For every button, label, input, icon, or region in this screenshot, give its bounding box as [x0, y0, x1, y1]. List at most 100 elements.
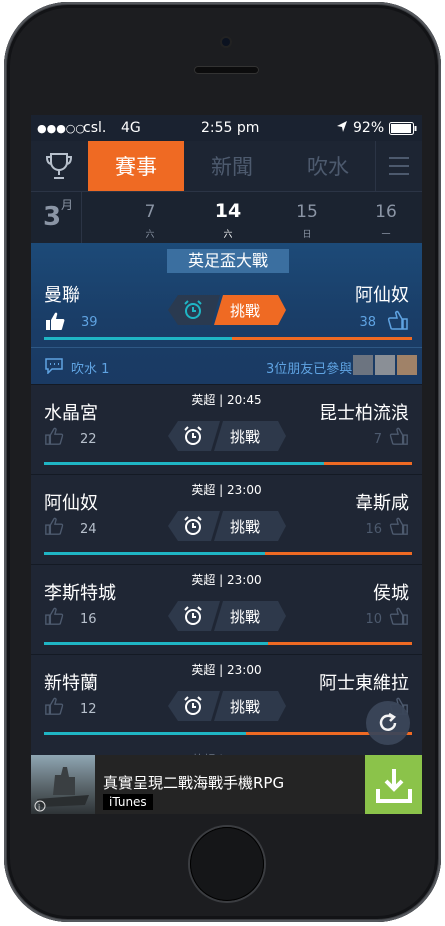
location-arrow-icon: [336, 120, 348, 138]
battery-icon: [389, 122, 417, 139]
home-team: 曼聯: [44, 285, 80, 306]
divider: [31, 347, 422, 348]
home-team: 新特蘭: [44, 673, 98, 694]
battery-percent: 92%: [353, 120, 385, 136]
alarm-clock-icon[interactable]: [183, 300, 203, 324]
challenge-button[interactable]: 挑戰: [230, 516, 260, 537]
away-team: 阿仙奴: [355, 285, 409, 306]
alarm-clock-icon[interactable]: [183, 606, 203, 630]
support-bar: [44, 732, 412, 735]
alarm-clock-icon[interactable]: [183, 516, 203, 540]
home-button[interactable]: [190, 827, 264, 901]
date-item-selected[interactable]: 14 六: [198, 192, 258, 244]
thumbs-up-icon[interactable]: [44, 516, 64, 540]
support-bar-away: [268, 642, 412, 645]
featured-actions: 挑戰: [168, 295, 286, 325]
tab-matches[interactable]: 賽事: [88, 141, 184, 191]
trophy-icon[interactable]: [31, 141, 87, 191]
speech-bubble-icon: [45, 358, 63, 378]
support-bar: [44, 462, 412, 465]
support-bar-home: [44, 552, 265, 555]
earpiece-speaker: [194, 66, 259, 74]
home-team: 李斯特城: [44, 583, 116, 604]
away-team: 阿士東維拉: [319, 673, 409, 694]
away-likes: 10: [365, 612, 382, 627]
app-screen: ●●●○○ csl. 4G 2:55 pm 92% 賽事 新聞 吹水 3 月 7…: [31, 115, 422, 814]
tab-chat[interactable]: 吹水: [280, 141, 376, 191]
thumbs-up-icon[interactable]: [389, 426, 409, 450]
home-team: 水晶宮: [44, 403, 98, 424]
chat-row[interactable]: 吹水 1 3位朋友已參與: [31, 349, 422, 383]
match-actions: 挑戰: [168, 511, 286, 541]
signal-dots: ●●●○○: [37, 122, 85, 135]
home-likes: 24: [80, 522, 97, 537]
support-bar-away: [323, 462, 412, 465]
phone-frame: ●●●○○ csl. 4G 2:55 pm 92% 賽事 新聞 吹水 3 月 7…: [4, 2, 441, 922]
alarm-clock-icon[interactable]: [183, 696, 203, 720]
thumbs-up-icon[interactable]: [389, 606, 409, 630]
thumbs-up-icon[interactable]: [44, 426, 64, 450]
month-label[interactable]: 3 月: [31, 192, 82, 244]
match-row[interactable]: 英超 | 23:00 新特蘭 阿士東維拉 12 挑戰: [31, 654, 422, 745]
home-likes: 12: [80, 702, 97, 717]
thumbs-up-icon[interactable]: [44, 310, 66, 336]
date-item[interactable]: 16 一: [356, 192, 416, 244]
match-actions: 挑戰: [168, 601, 286, 631]
support-bar-home: [44, 732, 247, 735]
match-row[interactable]: 英超 | 23:00 李斯特城 侯城 16 10 挑戰: [31, 564, 422, 655]
friends-joined: 3位朋友已參與: [266, 362, 353, 377]
support-bar: [44, 337, 412, 340]
alarm-clock-icon[interactable]: [183, 426, 203, 450]
featured-banner: 英足盃大戰: [167, 249, 289, 273]
home-likes: 39: [81, 315, 98, 330]
network-label: 4G: [121, 120, 141, 136]
challenge-button[interactable]: 挑戰: [230, 426, 260, 447]
ad-store-badge: iTunes: [103, 794, 153, 810]
thumbs-up-icon[interactable]: [44, 606, 64, 630]
download-icon[interactable]: [365, 755, 422, 814]
front-camera: [222, 38, 230, 46]
friend-avatar: [397, 355, 417, 375]
refresh-icon[interactable]: [366, 701, 410, 745]
ad-image: i: [31, 755, 95, 814]
featured-match[interactable]: 英足盃大戰 曼聯 阿仙奴 39 38 挑戰 吹水 1 3位朋友已參與: [31, 243, 422, 384]
support-bar-home: [44, 642, 269, 645]
date-item[interactable]: 7 六: [120, 192, 180, 244]
home-team: 阿仙奴: [44, 493, 98, 514]
home-likes: 22: [80, 432, 97, 447]
away-team: 昆士柏流浪: [319, 403, 409, 424]
svg-text:i: i: [38, 803, 40, 812]
thumbs-up-icon[interactable]: [44, 696, 64, 720]
date-selector: 3 月 7 六 14 六 15 日 16 一: [31, 191, 422, 244]
carrier-label: csl.: [83, 120, 107, 136]
friend-avatar: [375, 355, 395, 375]
top-nav: 賽事 新聞 吹水: [31, 141, 422, 191]
support-bar-home: [44, 462, 324, 465]
away-likes: 7: [373, 432, 382, 447]
support-bar-away: [264, 552, 412, 555]
support-bar: [44, 552, 412, 555]
match-row[interactable]: 英超 | 20:45 水晶宮 昆士柏流浪 22 7 挑戰: [31, 384, 422, 475]
away-likes: 16: [365, 522, 382, 537]
match-actions: 挑戰: [168, 421, 286, 451]
status-bar: ●●●○○ csl. 4G 2:55 pm 92%: [31, 115, 422, 141]
ad-banner[interactable]: i 真實呈現二戰海戰手機RPG iTunes: [31, 755, 422, 814]
away-team: 侯城: [373, 583, 409, 604]
support-bar-away: [231, 337, 412, 340]
menu-icon[interactable]: [375, 141, 422, 191]
challenge-button[interactable]: 挑戰: [230, 606, 260, 627]
clock: 2:55 pm: [201, 120, 260, 136]
challenge-button[interactable]: 挑戰: [230, 300, 260, 321]
chat-count: 吹水 1: [71, 362, 110, 377]
challenge-button[interactable]: 挑戰: [230, 696, 260, 717]
match-row[interactable]: 英超 | 23:00 阿仙奴 韋斯咸 24 16 挑戰: [31, 474, 422, 565]
thumbs-up-icon[interactable]: [389, 516, 409, 540]
friend-avatar: [353, 355, 373, 375]
thumbs-up-icon[interactable]: [387, 309, 409, 335]
home-likes: 16: [80, 612, 97, 627]
date-item[interactable]: 15 日: [277, 192, 337, 244]
tab-news[interactable]: 新聞: [184, 141, 280, 191]
support-bar: [44, 642, 412, 645]
support-bar-home: [44, 337, 232, 340]
away-likes: 38: [359, 315, 376, 330]
